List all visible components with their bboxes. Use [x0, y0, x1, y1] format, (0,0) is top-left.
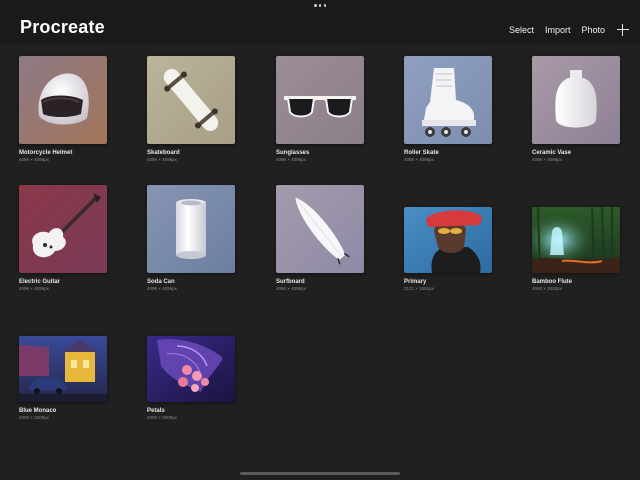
- artwork-title: Roller Skate: [404, 150, 439, 156]
- artwork-tile-blue-monaco[interactable]: Blue Monaco 4000 × 3000px: [19, 336, 111, 421]
- gallery-screen: Procreate Select Import Photo Motorcycle…: [0, 0, 640, 480]
- artwork-dimensions: 4096 × 4096px: [404, 157, 434, 162]
- gallery-header: Procreate Select Import Photo: [0, 0, 640, 44]
- toolbar-actions: Select Import Photo: [498, 22, 630, 38]
- artwork-dimensions: 4096 × 4096px: [19, 157, 49, 162]
- artwork-dimensions: 2121 × 1591px: [404, 286, 434, 291]
- plus-icon[interactable]: [616, 23, 630, 37]
- artwork-title: Blue Monaco: [19, 408, 57, 414]
- artwork-dimensions: 4096 × 4096px: [276, 157, 306, 162]
- artwork-thumbnail[interactable]: [404, 56, 492, 144]
- artwork-dimensions: 4096 × 4096px: [532, 157, 562, 162]
- artwork-dimensions: 4000 × 3000px: [19, 415, 49, 420]
- artwork-thumbnail[interactable]: [404, 207, 492, 273]
- artwork-tile-surfboard[interactable]: Surfboard 4096 × 4096px: [276, 185, 368, 292]
- artwork-thumbnail[interactable]: [147, 185, 235, 273]
- artwork-dimensions: 4000 × 5000px: [147, 415, 177, 420]
- artwork-tile-electric-guitar[interactable]: Electric Guitar 4096 × 4096px: [19, 185, 111, 292]
- multitasking-dots-icon[interactable]: [314, 4, 326, 8]
- artwork-thumbnail[interactable]: [532, 56, 620, 144]
- artwork-tile-bamboo-flute[interactable]: Bamboo Flute 4000 × 3000px: [532, 207, 624, 292]
- import-button[interactable]: Import: [545, 22, 571, 38]
- artwork-dimensions: 4096 × 4096px: [19, 286, 49, 291]
- artwork-title: Sunglasses: [276, 150, 310, 156]
- artwork-title: Skateboard: [147, 150, 180, 156]
- artwork-tile-sunglasses[interactable]: Sunglasses 4096 × 4096px: [276, 56, 368, 163]
- artwork-title: Petals: [147, 408, 165, 414]
- artwork-gallery: Motorcycle Helmet 4096 × 4096px Skateboa…: [0, 44, 640, 480]
- artwork-tile-soda-can[interactable]: Soda Can 4096 × 4096px: [147, 185, 239, 292]
- home-indicator[interactable]: [240, 472, 400, 475]
- artwork-title: Primary: [404, 279, 427, 285]
- artwork-title: Ceramic Vase: [532, 150, 572, 156]
- artwork-thumbnail[interactable]: [276, 185, 364, 273]
- artwork-thumbnail[interactable]: [532, 207, 620, 273]
- photo-button[interactable]: Photo: [581, 22, 605, 38]
- artwork-thumbnail[interactable]: [276, 56, 364, 144]
- select-button[interactable]: Select: [509, 22, 534, 38]
- artwork-tile-roller-skate[interactable]: Roller Skate 4096 × 4096px: [404, 56, 496, 163]
- artwork-thumbnail[interactable]: [147, 336, 235, 402]
- artwork-dimensions: 4096 × 4096px: [147, 157, 177, 162]
- artwork-tile-ceramic-vase[interactable]: Ceramic Vase 4096 × 4096px: [532, 56, 624, 163]
- artwork-thumbnail[interactable]: [147, 56, 235, 144]
- artwork-title: Electric Guitar: [19, 279, 61, 285]
- app-title: Procreate: [20, 17, 105, 37]
- artwork-title: Motorcycle Helmet: [19, 150, 73, 156]
- artwork-thumbnail[interactable]: [19, 56, 107, 144]
- artwork-tile-primary[interactable]: Primary 2121 × 1591px: [404, 207, 496, 292]
- artwork-dimensions: 4096 × 4096px: [147, 286, 177, 291]
- artwork-title: Soda Can: [147, 279, 175, 285]
- artwork-thumbnail[interactable]: [19, 336, 107, 402]
- artwork-thumbnail[interactable]: [19, 185, 107, 273]
- artwork-dimensions: 4000 × 3000px: [532, 286, 562, 291]
- artwork-dimensions: 4096 × 4096px: [276, 286, 306, 291]
- artwork-tile-motorcycle-helmet[interactable]: Motorcycle Helmet 4096 × 4096px: [19, 56, 111, 163]
- artwork-title: Surfboard: [276, 279, 305, 285]
- artwork-tile-skateboard[interactable]: Skateboard 4096 × 4096px: [147, 56, 239, 163]
- artwork-title: Bamboo Flute: [532, 279, 572, 285]
- artwork-tile-petals[interactable]: Petals 4000 × 5000px: [147, 336, 239, 421]
